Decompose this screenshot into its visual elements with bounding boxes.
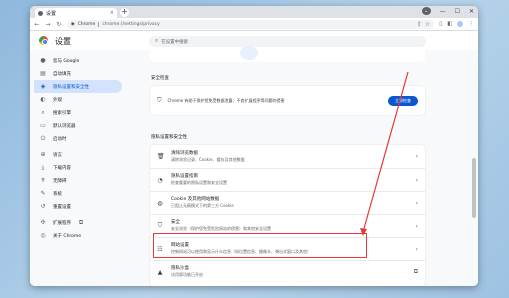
arrow-line	[362, 71, 409, 233]
annotation-arrow	[360, 71, 409, 236]
arrow-head	[360, 228, 367, 236]
